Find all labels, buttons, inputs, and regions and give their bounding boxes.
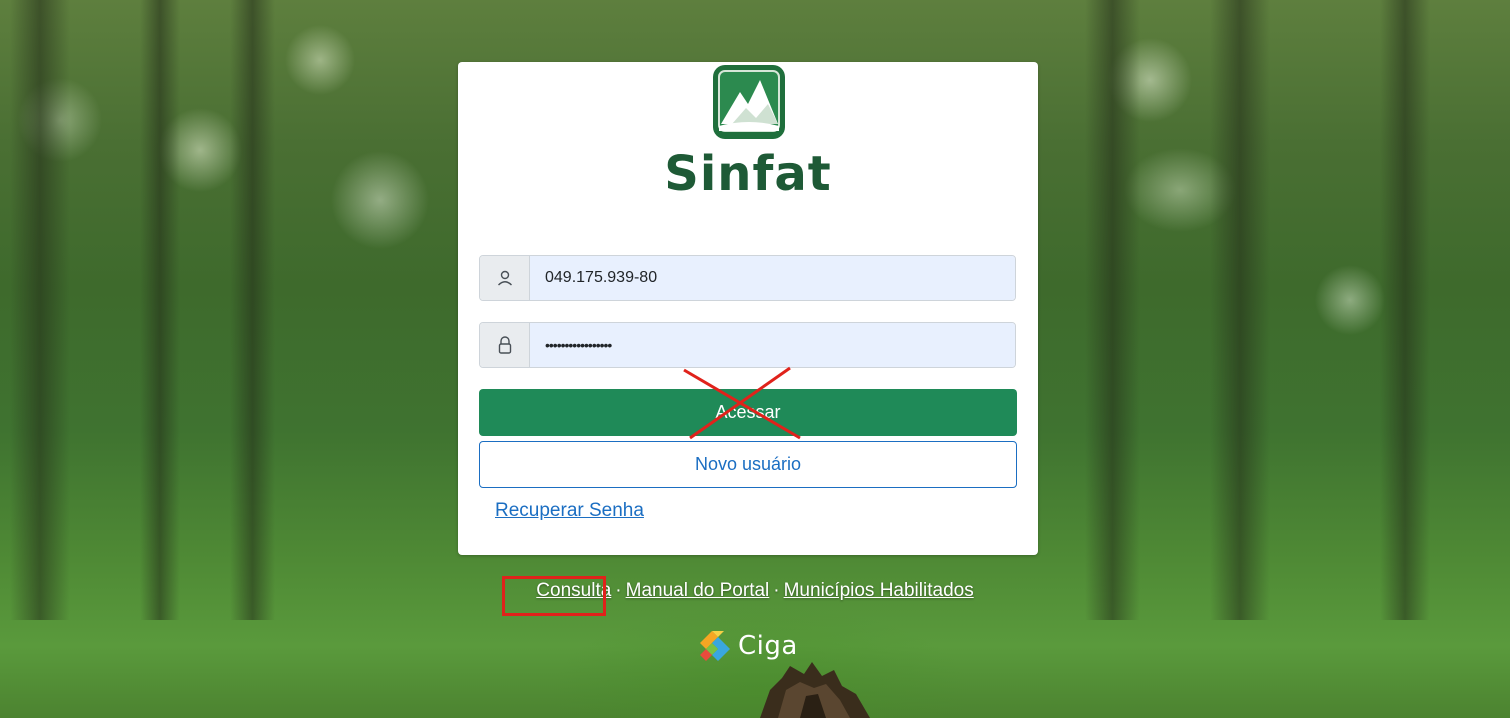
login-card: Sinfat 049.175.939-80 ••••••••••••••••• … <box>458 62 1038 555</box>
background-tree <box>1380 0 1430 620</box>
sinfat-logo-icon <box>712 64 786 140</box>
manual-link[interactable]: Manual do Portal <box>626 580 770 601</box>
footer-separator: · <box>615 580 622 601</box>
tree-stump <box>760 662 870 718</box>
ciga-icon <box>700 631 730 661</box>
recover-password-link[interactable]: Recuperar Senha <box>495 500 644 522</box>
background-tree <box>230 0 275 620</box>
password-input[interactable]: ••••••••••••••••• <box>530 323 1015 367</box>
lock-icon <box>480 323 530 367</box>
ciga-logo[interactable]: Ciga <box>698 628 798 664</box>
footer-links: Consulta · Manual do Portal · Municípios Hab… <box>0 580 1510 602</box>
username-group: 049.175.939-80 <box>479 255 1016 301</box>
background-tree <box>1210 0 1270 620</box>
password-group: ••••••••••••••••• <box>479 322 1016 368</box>
background-tree <box>140 0 180 620</box>
red-cross-annotation <box>683 366 801 440</box>
username-input[interactable]: 049.175.939-80 <box>530 256 1015 300</box>
user-icon <box>480 256 530 300</box>
red-highlight-annotation <box>502 576 606 616</box>
background-tree <box>10 0 70 620</box>
municipios-link[interactable]: Municípios Habilitados <box>784 580 974 601</box>
ciga-name: Ciga <box>738 631 798 661</box>
footer-separator: · <box>773 580 780 601</box>
background-tree <box>1085 0 1140 620</box>
new-user-button[interactable]: Novo usuário <box>479 441 1017 488</box>
brand-name: Sinfat <box>664 146 832 202</box>
